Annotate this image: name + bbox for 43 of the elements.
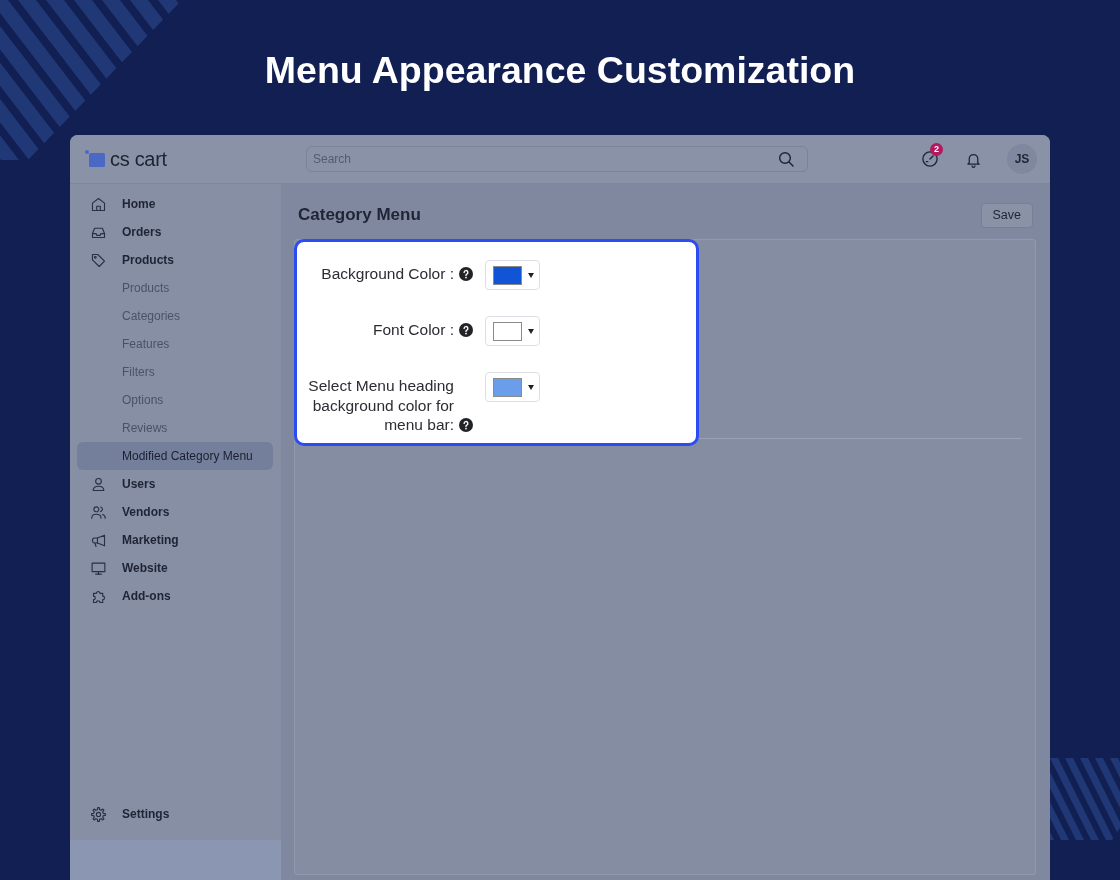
nav-item[interactable]: Marketing	[77, 526, 273, 554]
field-label: Background Color :	[321, 264, 454, 284]
color-picker[interactable]	[485, 372, 540, 402]
gear-icon	[90, 805, 107, 823]
nav-item[interactable]: Vendors	[77, 498, 273, 526]
nav-subitem[interactable]: Products	[77, 274, 273, 302]
nav-subitem[interactable]: Modified Category Menu	[77, 442, 273, 470]
people-icon	[90, 503, 107, 521]
nav-subitem[interactable]: Features	[77, 330, 273, 358]
nav-item[interactable]: Settings	[77, 800, 273, 828]
search-field[interactable]: Search	[306, 146, 808, 172]
color-picker[interactable]	[485, 316, 540, 346]
nav-item[interactable]: Orders	[77, 218, 273, 246]
count-badge: 2	[930, 143, 943, 156]
home-icon	[90, 195, 107, 213]
nav-subitem[interactable]: Categories	[77, 302, 273, 330]
nav-item[interactable]: Add-ons	[77, 582, 273, 610]
nav-subitem[interactable]: Reviews	[77, 414, 273, 442]
search-icon[interactable]	[778, 151, 794, 167]
gauge-icon[interactable]	[921, 150, 939, 168]
caret-icon	[528, 384, 534, 390]
banner-title: Menu Appearance Customization	[264, 48, 856, 93]
tag-icon	[90, 251, 107, 269]
help-icon[interactable]	[459, 417, 473, 432]
caret-icon	[528, 272, 534, 278]
person-icon	[90, 475, 107, 493]
page-title: Category Menu	[298, 204, 421, 226]
save-button[interactable]: Save	[980, 202, 1033, 228]
help-icon[interactable]	[459, 322, 473, 337]
help-icon[interactable]	[459, 266, 473, 281]
field-label: Select Menu heading background color for menu bar:	[307, 376, 454, 435]
nav-item[interactable]: Products	[77, 246, 273, 274]
caret-icon	[528, 328, 534, 334]
logo-text: cs cart	[110, 147, 167, 171]
nav-item[interactable]: Website	[77, 554, 273, 582]
nav-subitem[interactable]: Filters	[77, 358, 273, 386]
field-label: Font Color :	[373, 320, 454, 340]
nav-item[interactable]: Users	[77, 470, 273, 498]
nav-item[interactable]: Home	[77, 190, 273, 218]
nav-subitem[interactable]: Options	[77, 386, 273, 414]
user-avatar[interactable]: JS	[1007, 144, 1037, 174]
logo-mark-icon	[85, 150, 105, 167]
color-picker[interactable]	[485, 260, 540, 290]
